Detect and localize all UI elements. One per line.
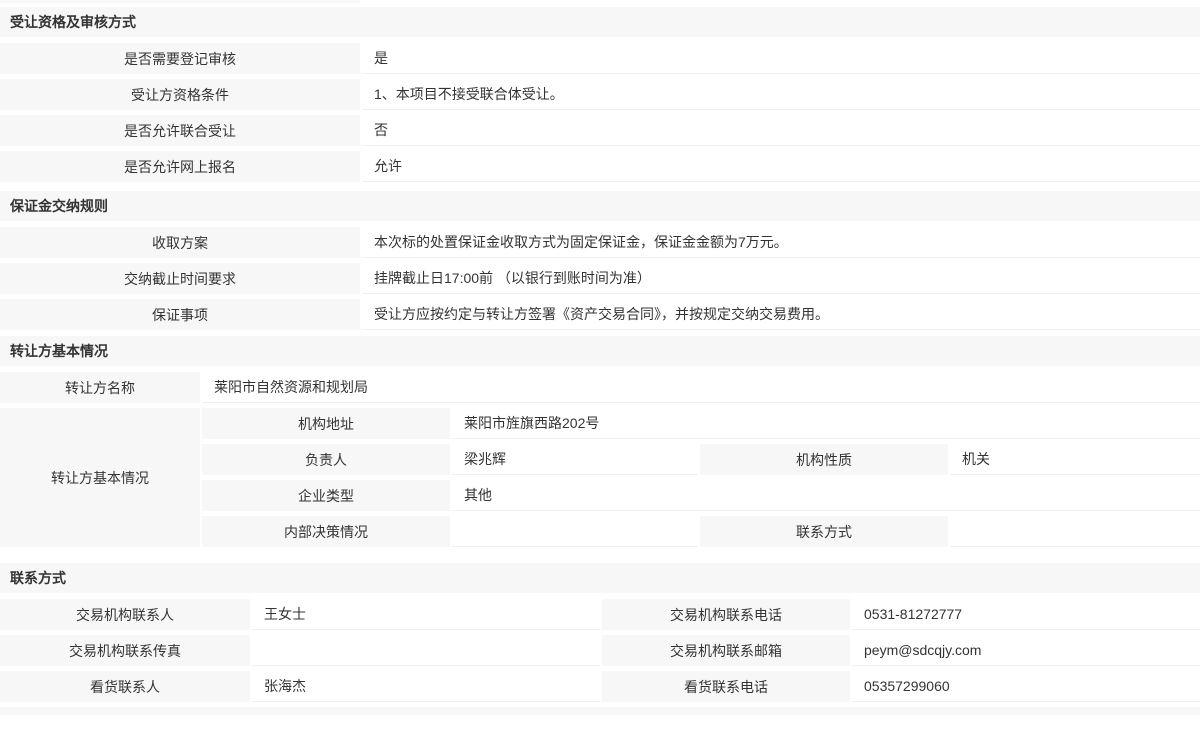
table-row-online-signup-allowed: 是否允许网上报名 允许 — [0, 151, 1200, 182]
section-title: 受让资格及审核方式 — [0, 7, 1200, 37]
field-value: peym@sdcqjy.com — [852, 635, 1200, 666]
field-label: 是否允许联合受让 — [0, 115, 360, 146]
table-row-inspection-contact: 看货联系人 张海杰 看货联系电话 05357299060 — [0, 671, 1200, 702]
field-label: 看货联系人 — [0, 671, 250, 702]
field-value: 05357299060 — [852, 671, 1200, 702]
field-label: 交易机构联系电话 — [602, 599, 850, 630]
transferor-detail-rows: 机构地址 莱阳市旌旗西路202号 负责人 梁兆辉 机构性质 机关 企业类型 其他… — [202, 408, 1200, 547]
field-value: 本次标的处置保证金收取方式为固定保证金，保证金金额为7万元。 — [362, 227, 1200, 258]
section-deposit-rules: 保证金交纳规则 收取方案 本次标的处置保证金收取方式为固定保证金，保证金金额为7… — [0, 191, 1200, 330]
next-section-remnant — [0, 707, 1200, 715]
field-label: 企业类型 — [202, 480, 450, 511]
table-row-registration-review: 是否需要登记审核 是 — [0, 43, 1200, 74]
table-row-org-address: 机构地址 莱阳市旌旗西路202号 — [202, 408, 1200, 439]
table-row-payment-deadline: 交纳截止时间要求 挂牌截止日17:00前 （以银行到账时间为准） — [0, 263, 1200, 294]
table-row-transferee-conditions: 受让方资格条件 1、本项目不接受联合体受让。 — [0, 79, 1200, 110]
field-value: 是 — [362, 43, 1200, 74]
field-value: 机关 — [950, 444, 1200, 475]
field-label: 联系方式 — [700, 516, 948, 547]
field-label: 负责人 — [202, 444, 450, 475]
field-value: 否 — [362, 115, 1200, 146]
field-value: 1、本项目不接受联合体受让。 — [362, 79, 1200, 110]
field-label: 是否需要登记审核 — [0, 43, 360, 74]
table-row-transferor-name: 转让方名称 莱阳市自然资源和规划局 — [0, 372, 1200, 403]
section-transfer-qualification: 受让资格及审核方式 是否需要登记审核 是 受让方资格条件 1、本项目不接受联合体… — [0, 7, 1200, 182]
field-label: 机构性质 — [700, 444, 948, 475]
previous-row-value-cell — [362, 0, 1200, 3]
field-value — [252, 635, 600, 666]
table-row-principal: 负责人 梁兆辉 机构性质 机关 — [202, 444, 1200, 475]
table-row-internal-decision: 内部决策情况 联系方式 — [202, 516, 1200, 547]
table-row-joint-transfer-allowed: 是否允许联合受让 否 — [0, 115, 1200, 146]
table-row-agency-fax-email: 交易机构联系传真 交易机构联系邮箱 peym@sdcqjy.com — [0, 635, 1200, 666]
field-label: 内部决策情况 — [202, 516, 450, 547]
listing-detail-page: 受让资格及审核方式 是否需要登记审核 是 受让方资格条件 1、本项目不接受联合体… — [0, 0, 1200, 729]
table-row-agency-contact: 交易机构联系人 王女士 交易机构联系电话 0531-81272777 — [0, 599, 1200, 630]
field-label: 是否允许网上报名 — [0, 151, 360, 182]
section-contact-info: 联系方式 交易机构联系人 王女士 交易机构联系电话 0531-81272777 … — [0, 563, 1200, 702]
section-title: 保证金交纳规则 — [0, 191, 1200, 221]
table-row-collection-plan: 收取方案 本次标的处置保证金收取方式为固定保证金，保证金金额为7万元。 — [0, 227, 1200, 258]
field-label: 受让方资格条件 — [0, 79, 360, 110]
section-title: 转让方基本情况 — [0, 336, 1200, 366]
field-value: 0531-81272777 — [852, 599, 1200, 630]
transferor-detail-block: 转让方基本情况 机构地址 莱阳市旌旗西路202号 负责人 梁兆辉 机构性质 机关… — [0, 408, 1200, 547]
field-label: 看货联系电话 — [602, 671, 850, 702]
field-value — [452, 516, 698, 547]
field-label: 转让方名称 — [0, 372, 200, 403]
field-label: 机构地址 — [202, 408, 450, 439]
table-row-enterprise-type: 企业类型 其他 — [202, 480, 1200, 511]
field-value: 莱阳市旌旗西路202号 — [452, 408, 1200, 439]
field-label-rowspan: 转让方基本情况 — [0, 408, 200, 547]
field-value: 挂牌截止日17:00前 （以银行到账时间为准） — [362, 263, 1200, 294]
field-label: 交纳截止时间要求 — [0, 263, 360, 294]
section-transferor-info: 转让方基本情况 转让方名称 莱阳市自然资源和规划局 转让方基本情况 机构地址 莱… — [0, 336, 1200, 547]
field-value — [950, 516, 1200, 547]
field-label: 保证事项 — [0, 299, 360, 330]
previous-row-remnant — [0, 0, 1200, 3]
field-value: 其他 — [452, 480, 1200, 511]
field-value: 王女士 — [252, 599, 600, 630]
section-title: 联系方式 — [0, 563, 1200, 593]
field-value: 梁兆辉 — [452, 444, 698, 475]
field-value: 允许 — [362, 151, 1200, 182]
table-row-guarantee-items: 保证事项 受让方应按约定与转让方签署《资产交易合同》，并按规定交纳交易费用。 — [0, 299, 1200, 330]
field-label: 交易机构联系邮箱 — [602, 635, 850, 666]
field-label: 交易机构联系人 — [0, 599, 250, 630]
previous-row-label-cell — [0, 0, 360, 3]
field-label: 交易机构联系传真 — [0, 635, 250, 666]
field-value: 莱阳市自然资源和规划局 — [202, 372, 1200, 403]
field-value: 张海杰 — [252, 671, 600, 702]
field-value: 受让方应按约定与转让方签署《资产交易合同》，并按规定交纳交易费用。 — [362, 299, 1200, 330]
field-label: 收取方案 — [0, 227, 360, 258]
